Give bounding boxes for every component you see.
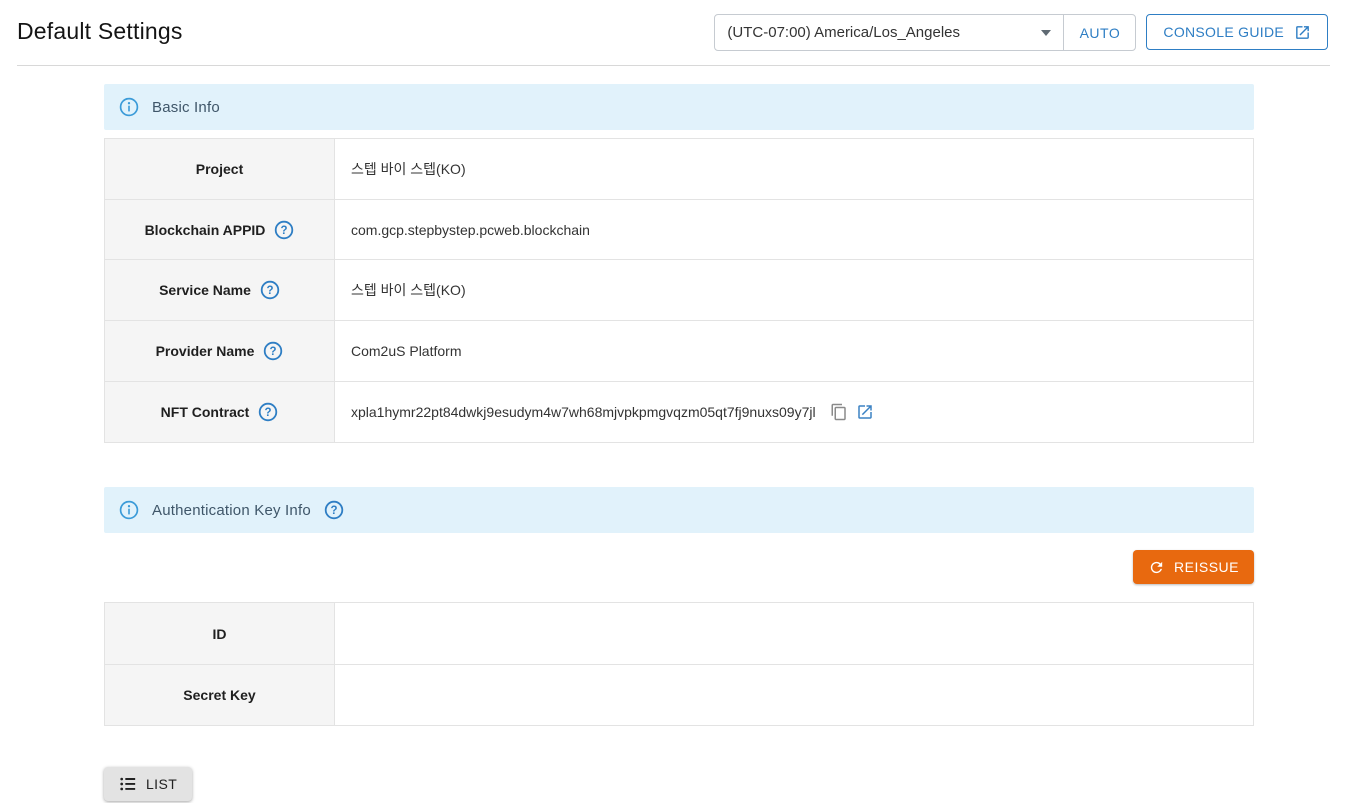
chevron-down-icon (1041, 30, 1051, 36)
secret-key-value (335, 665, 1253, 725)
auth-key-table: ID Secret Key (104, 602, 1254, 726)
nft-contract-label: NFT Contract ? (105, 382, 335, 442)
nft-contract-value: xpla1hymr22pt84dwkj9esudym4w7wh68mjvpkpm… (335, 382, 1253, 442)
service-name-value: 스텝 바이 스텝(KO) (335, 260, 1253, 320)
blockchain-appid-value: com.gcp.stepbystep.pcweb.blockchain (335, 200, 1253, 259)
timezone-group: (UTC-07:00) America/Los_Angeles AUTO (714, 14, 1136, 51)
help-icon[interactable]: ? (324, 500, 344, 520)
svg-text:?: ? (270, 346, 277, 358)
table-row-provider-name: Provider Name ? Com2uS Platform (105, 320, 1253, 381)
blockchain-appid-label: Blockchain APPID ? (105, 200, 335, 259)
info-icon (119, 500, 139, 520)
secret-key-label: Secret Key (105, 665, 335, 725)
table-row-id: ID (105, 603, 1253, 664)
console-guide-label: CONSOLE GUIDE (1163, 24, 1284, 40)
reissue-row: REISSUE (104, 550, 1254, 584)
svg-text:?: ? (330, 505, 337, 517)
list-label: LIST (146, 776, 177, 792)
main-content: Basic Info Project 스텝 바이 스텝(KO) Blockcha… (104, 84, 1254, 801)
copy-icon[interactable] (830, 403, 848, 421)
table-row-service-name: Service Name ? 스텝 바이 스텝(KO) (105, 259, 1253, 320)
list-button[interactable]: LIST (104, 767, 192, 801)
provider-name-label: Provider Name ? (105, 321, 335, 381)
timezone-selected-value: (UTC-07:00) America/Los_Angeles (727, 24, 960, 41)
topbar-controls: (UTC-07:00) America/Los_Angeles AUTO CON… (714, 14, 1330, 51)
nft-contract-address: xpla1hymr22pt84dwkj9esudym4w7wh68mjvpkpm… (351, 404, 816, 420)
basic-info-section-header: Basic Info (104, 84, 1254, 130)
id-value (335, 603, 1253, 664)
auth-key-info-section-header: Authentication Key Info ? (104, 487, 1254, 533)
external-link-icon (1294, 24, 1311, 41)
timezone-select[interactable]: (UTC-07:00) America/Los_Angeles (715, 15, 1063, 50)
help-icon[interactable]: ? (258, 402, 278, 422)
basic-info-table: Project 스텝 바이 스텝(KO) Blockchain APPID ? … (104, 138, 1254, 443)
help-icon[interactable]: ? (263, 341, 283, 361)
refresh-icon (1148, 559, 1165, 576)
project-value: 스텝 바이 스텝(KO) (335, 139, 1253, 199)
external-link-icon[interactable] (856, 403, 874, 421)
auto-button[interactable]: AUTO (1063, 15, 1135, 50)
auth-key-info-title: Authentication Key Info (152, 502, 311, 519)
table-row-nft-contract: NFT Contract ? xpla1hymr22pt84dwkj9esudy… (105, 381, 1253, 442)
table-row-project: Project 스텝 바이 스텝(KO) (105, 139, 1253, 199)
footer-actions: LIST (104, 767, 1254, 801)
svg-text:?: ? (265, 407, 272, 419)
table-row-blockchain-appid: Blockchain APPID ? com.gcp.stepbystep.pc… (105, 199, 1253, 259)
reissue-label: REISSUE (1174, 559, 1239, 575)
topbar: Default Settings (UTC-07:00) America/Los… (17, 0, 1330, 66)
service-name-label: Service Name ? (105, 260, 335, 320)
svg-text:?: ? (266, 285, 273, 297)
console-guide-button[interactable]: CONSOLE GUIDE (1146, 14, 1328, 50)
basic-info-title: Basic Info (152, 99, 220, 116)
help-icon[interactable]: ? (260, 280, 280, 300)
help-icon[interactable]: ? (274, 220, 294, 240)
reissue-button[interactable]: REISSUE (1133, 550, 1254, 584)
info-icon (119, 97, 139, 117)
project-label: Project (105, 139, 335, 199)
page-title: Default Settings (17, 16, 183, 46)
svg-text:?: ? (281, 225, 288, 237)
table-row-secret-key: Secret Key (105, 664, 1253, 725)
provider-name-value: Com2uS Platform (335, 321, 1253, 381)
list-icon (119, 775, 137, 793)
id-label: ID (105, 603, 335, 664)
